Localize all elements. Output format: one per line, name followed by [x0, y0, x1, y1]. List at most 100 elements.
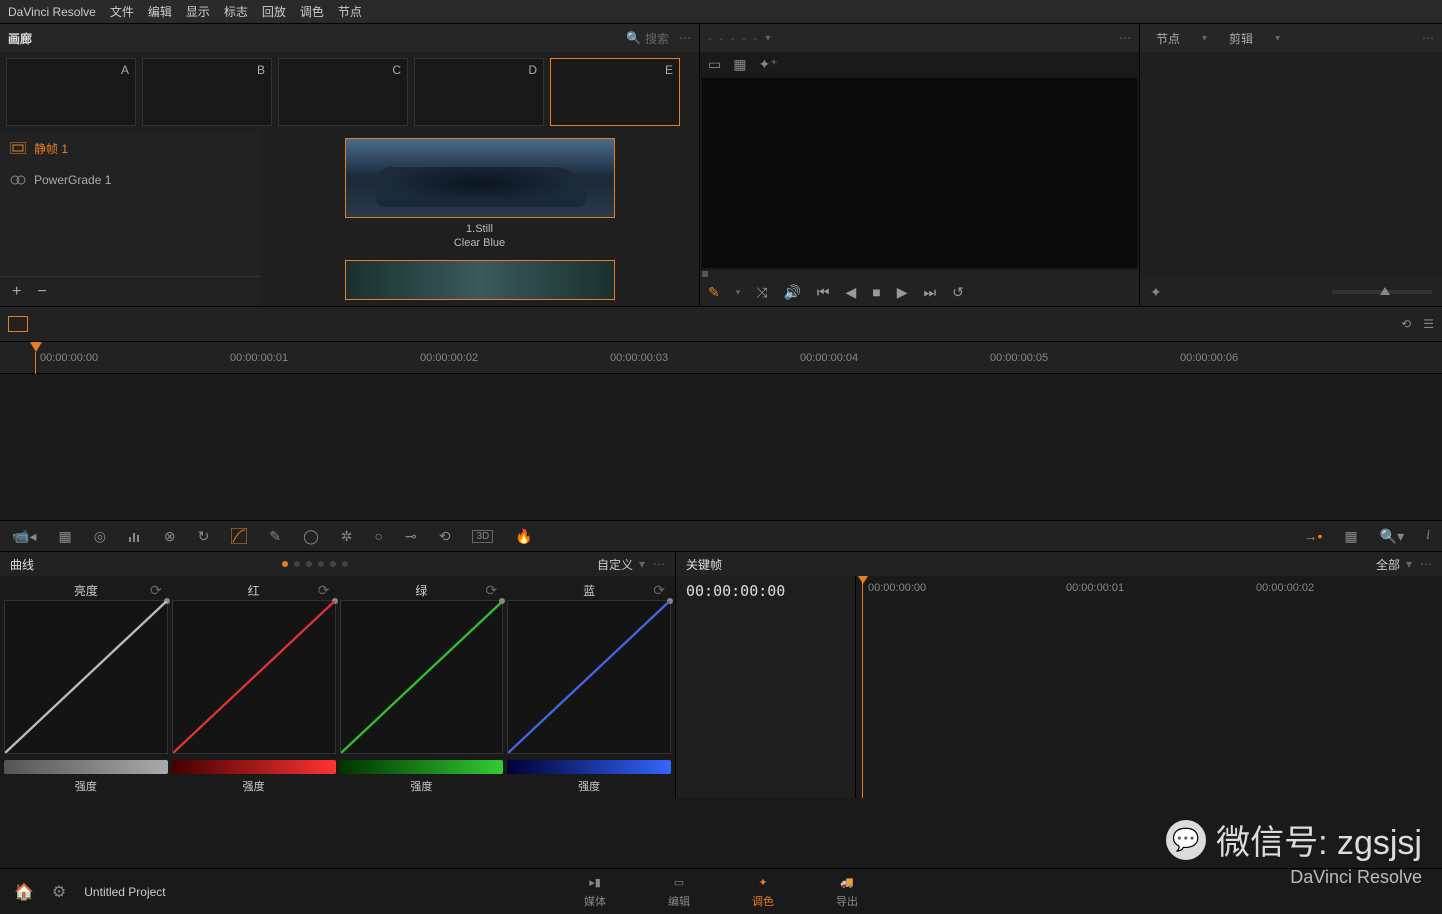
- info-icon[interactable]: i: [1426, 528, 1430, 544]
- home-icon[interactable]: 🏠: [14, 882, 34, 902]
- curves-mode[interactable]: 自定义: [597, 556, 633, 573]
- menu-color[interactable]: 调色: [300, 3, 324, 20]
- sidebar-item-powergrade[interactable]: PowerGrade 1: [0, 164, 260, 196]
- loop-icon[interactable]: ↺: [952, 284, 964, 301]
- bars-icon[interactable]: [128, 529, 142, 543]
- curves-mode-dots[interactable]: [34, 561, 597, 567]
- intensity-slider[interactable]: [172, 760, 336, 774]
- chevron-down-icon[interactable]: ▾: [1196, 33, 1213, 44]
- stop-icon[interactable]: ■: [872, 284, 880, 300]
- mute-icon[interactable]: 🔊: [783, 284, 800, 301]
- keyframe-track[interactable]: 00:00:00:00 00:00:00:01 00:00:00:02: [856, 576, 1442, 798]
- tracker-icon[interactable]: ✲: [341, 528, 353, 545]
- playhead-icon[interactable]: [30, 342, 42, 352]
- keyframe-mode[interactable]: 全部: [1376, 556, 1400, 573]
- memory-d[interactable]: D: [414, 58, 544, 126]
- tab-nodes[interactable]: 节点: [1140, 24, 1196, 52]
- kf-mode-icon[interactable]: →•: [1304, 528, 1323, 544]
- reset-icon[interactable]: ⟳: [653, 582, 665, 599]
- menu-mark[interactable]: 标志: [224, 3, 248, 20]
- tab-clips[interactable]: 剪辑: [1213, 24, 1269, 52]
- intensity-slider[interactable]: [4, 760, 168, 774]
- still-thumb-1[interactable]: [345, 138, 615, 218]
- picker-icon[interactable]: ✎: [708, 284, 720, 301]
- viewer-source-dd[interactable]: - - - - -: [708, 31, 759, 45]
- curves-icon[interactable]: [231, 528, 247, 544]
- curve-canvas[interactable]: [340, 600, 504, 754]
- gallery-options-icon[interactable]: ⋯: [679, 31, 691, 45]
- fx-icon[interactable]: 🔥: [515, 528, 532, 545]
- chevron-down-icon[interactable]: ▾: [736, 287, 741, 298]
- search-icon[interactable]: 🔍▾: [1380, 528, 1404, 545]
- qualifier-icon[interactable]: ✎: [269, 528, 281, 545]
- menu-file[interactable]: 文件: [110, 3, 134, 20]
- view-wand-icon[interactable]: ✦⁺: [758, 56, 777, 73]
- color-icon: ✦: [751, 875, 775, 891]
- stills-icon: [10, 142, 26, 154]
- remove-button[interactable]: −: [37, 283, 46, 301]
- intensity-slider[interactable]: [507, 760, 671, 774]
- page-media[interactable]: ▸▮媒体: [583, 875, 607, 909]
- menu-view[interactable]: 显示: [186, 3, 210, 20]
- reset-icon[interactable]: ⟲: [1401, 317, 1411, 331]
- reset-icon[interactable]: ⟳: [318, 582, 330, 599]
- intensity-slider[interactable]: [340, 760, 504, 774]
- page-edit[interactable]: ▭编辑: [667, 875, 691, 909]
- window-icon[interactable]: ◯: [303, 528, 319, 545]
- menu-edit[interactable]: 编辑: [148, 3, 172, 20]
- still-thumb-2[interactable]: [345, 260, 615, 300]
- curve-canvas[interactable]: [172, 600, 336, 754]
- view-grid-icon[interactable]: ▦: [733, 56, 746, 73]
- rgb-mixer-icon[interactable]: ⊗: [164, 528, 176, 545]
- zoom-slider[interactable]: [1332, 290, 1432, 294]
- effects-icon[interactable]: ✦: [1150, 284, 1162, 301]
- sizing-icon[interactable]: ⟲: [439, 528, 451, 545]
- color-match-icon[interactable]: ▦: [58, 528, 71, 545]
- sidebar-item-stills[interactable]: 静帧 1: [0, 132, 260, 164]
- play-icon[interactable]: ▶: [897, 284, 908, 301]
- reset-icon[interactable]: ⟳: [150, 582, 162, 599]
- memory-c[interactable]: C: [278, 58, 408, 126]
- menu-nodes[interactable]: 节点: [338, 3, 362, 20]
- add-button[interactable]: +: [12, 283, 21, 301]
- curve-channel-3: 蓝⟳强度: [507, 580, 671, 794]
- memory-e[interactable]: E: [550, 58, 680, 126]
- timeline-ruler[interactable]: 00:00:00:00 00:00:00:01 00:00:00:02 00:0…: [0, 342, 1442, 374]
- reset-icon[interactable]: ⟳: [486, 582, 498, 599]
- curve-canvas[interactable]: [507, 600, 671, 754]
- curve-canvas[interactable]: [4, 600, 168, 754]
- 3d-icon[interactable]: 3D: [472, 530, 493, 543]
- memory-b[interactable]: B: [142, 58, 272, 126]
- memory-a[interactable]: A: [6, 58, 136, 126]
- page-deliver[interactable]: 🚚导出: [835, 875, 859, 909]
- chevron-down-icon[interactable]: ▾: [1269, 33, 1286, 44]
- viewer-canvas[interactable]: [702, 78, 1137, 268]
- next-clip-icon[interactable]: ⏭: [924, 284, 937, 301]
- nodes-options-icon[interactable]: ⋯: [1414, 31, 1442, 45]
- curve-head: 蓝⟳: [507, 580, 671, 600]
- grid-icon[interactable]: ▦: [1344, 528, 1357, 545]
- shuffle-icon[interactable]: ⤨: [756, 284, 767, 301]
- camera-raw-icon[interactable]: 📹◂: [12, 528, 36, 545]
- clips-view-icon[interactable]: [8, 316, 28, 332]
- nodes-graph[interactable]: [1140, 52, 1442, 278]
- key-icon[interactable]: ⊸: [405, 528, 417, 545]
- viewer-scrub[interactable]: [700, 270, 1139, 278]
- gallery-search[interactable]: 🔍 搜索: [626, 30, 669, 47]
- motion-icon[interactable]: ↻: [198, 528, 210, 545]
- page-color[interactable]: ✦调色: [751, 875, 775, 909]
- blur-icon[interactable]: ○: [375, 528, 383, 544]
- prev-clip-icon[interactable]: ⏮: [817, 284, 830, 301]
- viewer-options-icon[interactable]: ⋯: [1119, 31, 1131, 45]
- view-single-icon[interactable]: ▭: [708, 56, 721, 73]
- menu-playback[interactable]: 回放: [262, 3, 286, 20]
- step-back-icon[interactable]: ◀: [846, 284, 857, 301]
- curves-options-icon[interactable]: ⋯: [653, 557, 665, 571]
- list-icon[interactable]: ☰: [1423, 317, 1434, 331]
- chevron-down-icon[interactable]: ▾: [639, 557, 645, 571]
- keyframe-options-icon[interactable]: ⋯: [1420, 557, 1432, 571]
- chevron-down-icon[interactable]: ▾: [1406, 557, 1412, 571]
- playhead-icon[interactable]: [858, 576, 868, 584]
- gear-icon[interactable]: ⚙: [52, 882, 66, 902]
- wheels-icon[interactable]: ◎: [94, 528, 106, 545]
